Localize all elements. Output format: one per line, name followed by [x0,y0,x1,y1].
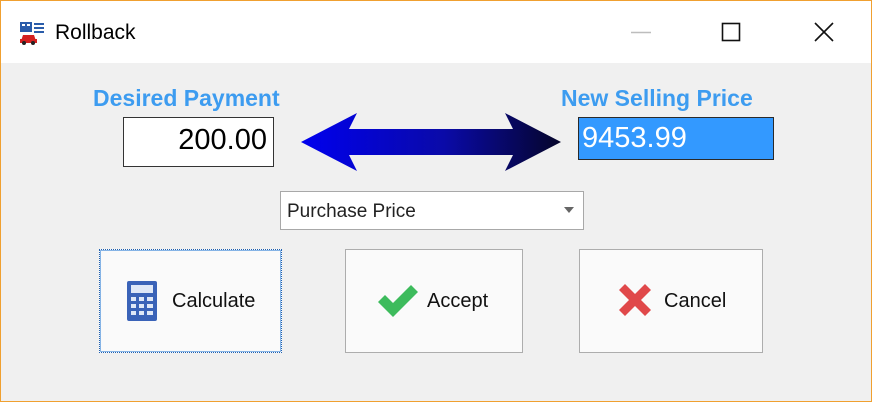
x-icon [619,284,651,316]
accept-button[interactable]: Accept [345,249,523,353]
calculate-button[interactable]: Calculate [99,249,282,353]
close-button[interactable] [777,1,869,63]
desired-payment-label: Desired Payment [93,85,280,111]
close-icon [814,22,834,42]
maximize-icon [721,22,741,42]
price-basis-dropdown[interactable]: Purchase Price [280,191,584,230]
minimize-button[interactable] [595,1,687,63]
title-bar[interactable]: Rollback [1,1,871,63]
rollback-window: Rollback Desired Payment New Selling Pri… [0,0,872,402]
dropdown-selected-value: Purchase Price [287,201,416,222]
chevron-down-icon [564,207,574,213]
desired-payment-field[interactable]: 200.00 [123,117,274,167]
maximize-button[interactable] [685,1,777,63]
cancel-label: Cancel [664,290,727,312]
minimize-icon [631,31,651,34]
calculator-icon [127,281,157,321]
calculate-label: Calculate [172,290,256,312]
new-selling-price-field[interactable]: 9453.99 [578,117,774,160]
accept-label: Accept [427,290,489,312]
new-selling-price-label: New Selling Price [561,85,753,111]
cancel-button[interactable]: Cancel [579,249,763,353]
checkmark-icon [378,285,418,317]
window-title: Rollback [55,21,136,44]
double-arrow-icon [301,113,561,171]
calculator-car-icon [19,21,45,45]
